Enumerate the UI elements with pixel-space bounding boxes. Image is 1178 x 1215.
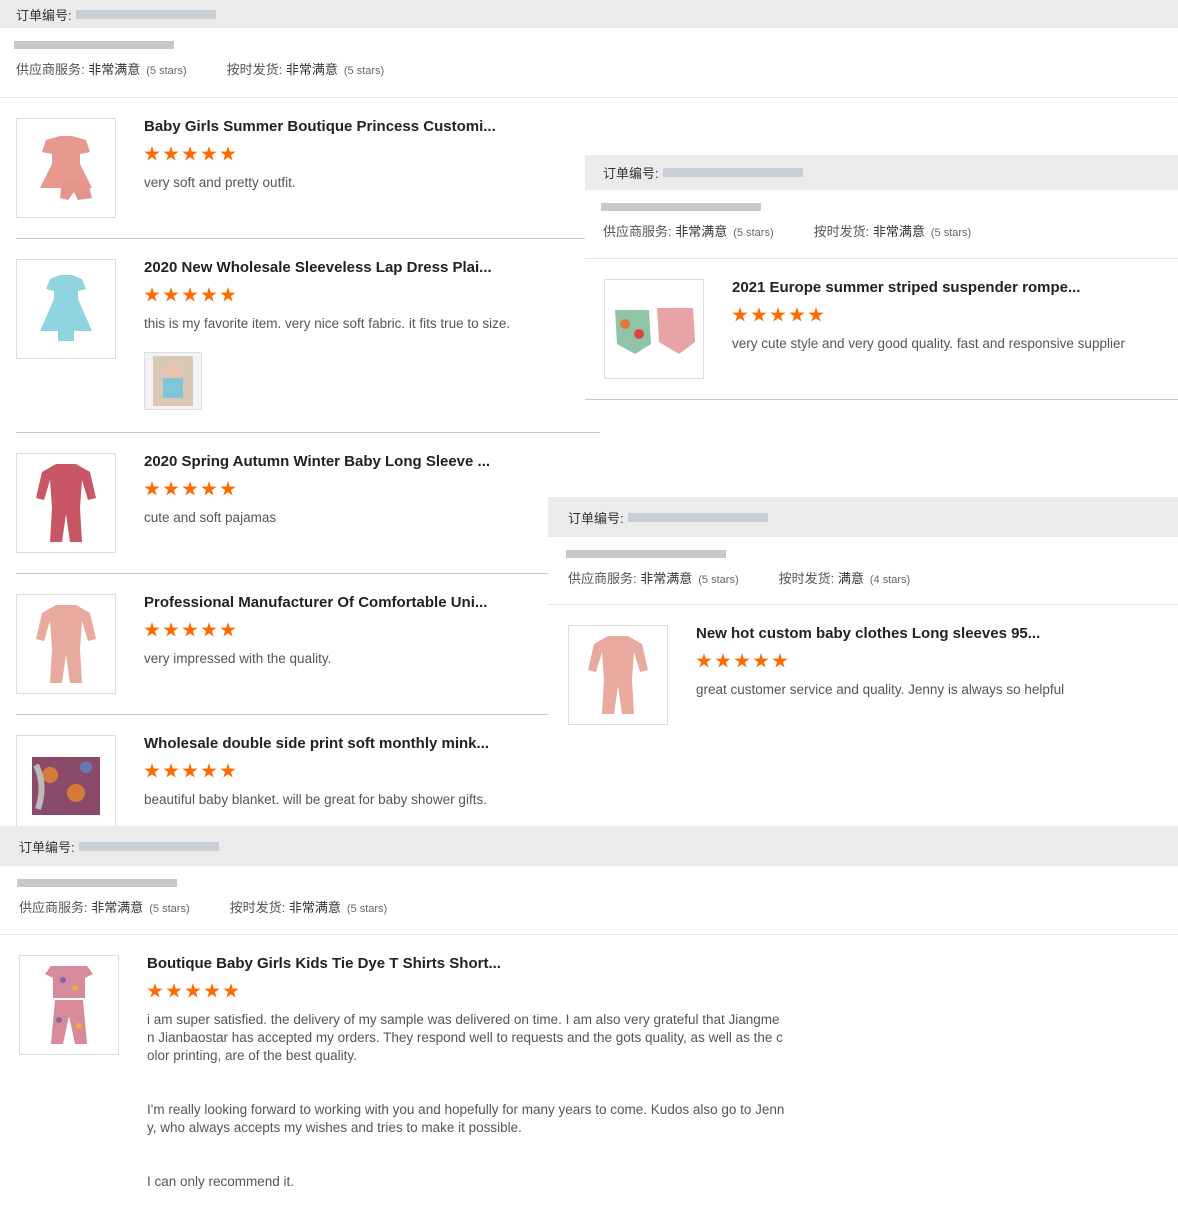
order-number-redacted — [662, 168, 803, 177]
star-rating — [144, 287, 236, 303]
star-rating — [144, 763, 236, 779]
star-rating — [144, 146, 236, 162]
service-stars: (5 stars) — [149, 903, 190, 915]
supplier-ratings: 供应商服务: 非常满意 (5 stars) 按时发货: 满意 (4 stars) — [548, 558, 1178, 592]
order-header: 订单编号: — [548, 497, 1178, 537]
service-stars: (5 stars) — [698, 574, 739, 586]
product-image[interactable] — [16, 118, 116, 218]
delivery-value: 满意 — [837, 571, 864, 586]
star-rating — [144, 622, 236, 638]
product-image[interactable] — [16, 453, 116, 553]
delivery-label: 按时发货: — [813, 224, 870, 239]
comment-line: I'm really looking forward to working wi… — [147, 1102, 785, 1117]
delivery-value: 非常满意 — [285, 62, 338, 77]
order-panel-2: 订单编号: 供应商服务: 非常满意 (5 stars) 按时发货: 非常满意 (5 … — [585, 155, 1178, 400]
order-number-redacted — [75, 9, 216, 19]
review-comment: great customer service and quality. Jenn… — [696, 682, 1065, 697]
buyer-name-redacted — [17, 879, 177, 887]
review-item: 2020 New Wholesale Sleeveless Lap Dress … — [16, 239, 600, 433]
product-image[interactable] — [568, 625, 668, 725]
delivery-label: 按时发货: — [229, 900, 286, 915]
product-title[interactable]: Boutique Baby Girls Kids Tie Dye T Shirt… — [147, 955, 501, 972]
order-panel-3: 订单编号: 供应商服务: 非常满意 (5 stars) 按时发货: 满意 (4 st… — [548, 497, 1178, 747]
review-photo[interactable] — [144, 352, 202, 410]
delivery-stars: (5 stars) — [930, 227, 972, 239]
delivery-stars: (4 stars) — [869, 574, 911, 586]
product-image[interactable] — [19, 955, 119, 1055]
order-number-label: 订单编号: — [603, 166, 659, 181]
product-title[interactable]: Wholesale double side print soft monthly… — [144, 735, 489, 752]
review-item: Baby Girls Summer Boutique Princess Cust… — [16, 98, 600, 239]
comment-line: i am super satisfied. the delivery of my… — [147, 1012, 780, 1027]
review-comment: very soft and pretty outfit. — [144, 175, 296, 190]
order-header: 订单编号: — [585, 155, 1178, 190]
delivery-stars: (5 stars) — [343, 65, 385, 77]
service-value: 非常满意 — [88, 62, 141, 77]
review-item: 2021 Europe summer striped suspender rom… — [585, 259, 1178, 400]
service-value: 非常满意 — [91, 900, 144, 915]
delivery-stars: (5 stars) — [346, 903, 388, 915]
review-comment: i am super satisfied. the delivery of my… — [147, 1011, 784, 1191]
supplier-ratings: 供应商服务: 非常满意 (5 stars) 按时发货: 非常满意 (5 stars) — [0, 49, 1178, 83]
service-label: 供应商服务: — [603, 224, 672, 239]
order-panel-4: 订单编号: 供应商服务: 非常满意 (5 stars) 按时发货: 非常满意 (5 … — [0, 826, 1178, 1212]
review-comment: this is my favorite item. very nice soft… — [144, 316, 511, 331]
delivery-label: 按时发货: — [226, 62, 283, 77]
order-number-label: 订单编号: — [19, 839, 75, 855]
review-comment: beautiful baby blanket. will be great fo… — [144, 792, 487, 807]
comment-line: olor printing, are of the best quality. — [147, 1048, 357, 1063]
product-title[interactable]: Professional Manufacturer Of Comfortable… — [144, 594, 487, 611]
star-rating — [144, 481, 236, 497]
buyer-name-redacted — [14, 41, 174, 49]
product-image[interactable] — [16, 259, 116, 359]
star-rating — [147, 983, 239, 999]
product-image[interactable] — [604, 279, 704, 379]
review-comment: very cute style and very good quality. f… — [732, 336, 1125, 351]
buyer-name-redacted — [566, 550, 726, 558]
product-image[interactable] — [16, 735, 116, 835]
review-item: Wholesale double side print soft monthly… — [16, 715, 548, 835]
service-value: 非常满意 — [640, 571, 693, 586]
supplier-ratings: 供应商服务: 非常满意 (5 stars) 按时发货: 非常满意 (5 stars) — [585, 211, 1178, 245]
product-title[interactable]: 2020 Spring Autumn Winter Baby Long Slee… — [144, 453, 490, 470]
supplier-ratings: 供应商服务: 非常满意 (5 stars) 按时发货: 非常满意 (5 stars) — [0, 887, 1178, 921]
service-label: 供应商服务: — [568, 571, 637, 586]
delivery-value: 非常满意 — [288, 900, 341, 915]
review-item: Professional Manufacturer Of Comfortable… — [16, 574, 548, 715]
service-stars: (5 stars) — [146, 65, 187, 77]
product-title[interactable]: Baby Girls Summer Boutique Princess Cust… — [144, 118, 496, 135]
star-rating — [732, 307, 824, 323]
service-value: 非常满意 — [675, 224, 728, 239]
delivery-label: 按时发货: — [778, 571, 835, 586]
service-stars: (5 stars) — [733, 227, 774, 239]
product-image[interactable] — [16, 594, 116, 694]
buyer-name-redacted — [601, 203, 761, 211]
comment-line: y, who always accepts my wishes and trie… — [147, 1120, 522, 1135]
service-label: 供应商服务: — [19, 900, 88, 915]
service-label: 供应商服务: — [16, 62, 85, 77]
comment-line: n Jianbaostar has accepted my orders. Th… — [147, 1030, 783, 1045]
review-comment: very impressed with the quality. — [144, 651, 332, 666]
review-comment: cute and soft pajamas — [144, 510, 277, 525]
delivery-value: 非常满意 — [872, 224, 925, 239]
order-header: 订单编号: — [0, 0, 1178, 28]
order-number-label: 订单编号: — [16, 7, 72, 23]
review-item: New hot custom baby clothes Long sleeves… — [548, 605, 1178, 745]
comment-line: I can only recommend it. — [147, 1174, 295, 1189]
order-number-redacted — [627, 512, 768, 522]
product-title[interactable]: 2020 New Wholesale Sleeveless Lap Dress … — [144, 259, 492, 276]
star-rating — [696, 653, 788, 669]
product-title[interactable]: 2021 Europe summer striped suspender rom… — [732, 279, 1080, 296]
review-item: Boutique Baby Girls Kids Tie Dye T Shirt… — [0, 935, 1178, 1215]
order-header: 订单编号: — [0, 826, 1178, 866]
product-title[interactable]: New hot custom baby clothes Long sleeves… — [696, 625, 1040, 642]
order-number-redacted — [78, 841, 219, 851]
order-number-label: 订单编号: — [568, 510, 624, 526]
